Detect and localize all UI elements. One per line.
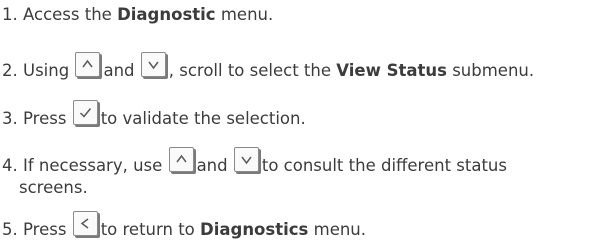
check-icon <box>79 108 91 118</box>
step-text: , scroll to select the <box>168 61 331 80</box>
down-key <box>140 52 166 77</box>
step-text: to return to <box>100 220 195 239</box>
up-arrow-icon <box>175 154 187 163</box>
step-2: 2. Using and , scroll to select the View… <box>2 52 534 82</box>
step-text: Using <box>23 61 70 80</box>
step-text: menu. <box>220 5 274 24</box>
step-number: 2. <box>2 61 18 80</box>
step-text: to validate the selection. <box>100 109 306 128</box>
step-text: menu. <box>313 220 367 239</box>
up-key <box>75 52 101 77</box>
back-key <box>72 211 98 236</box>
step-text: Press <box>23 220 67 239</box>
step-1: 1. Access the Diagnostic menu. <box>2 4 273 26</box>
step-text: submenu. <box>452 61 535 80</box>
step-3: 3. Press to validate the selection. <box>2 100 306 130</box>
up-arrow-icon <box>82 59 94 68</box>
step-text-continuation: screens. <box>19 178 88 197</box>
step-5: 5. Press to return to Diagnostics menu. <box>2 211 366 241</box>
validate-key <box>72 100 98 125</box>
down-key <box>233 147 259 172</box>
down-arrow-icon <box>148 61 159 70</box>
step-number: 3. <box>2 109 18 128</box>
submenu-name-view-status: View Status <box>336 61 447 80</box>
step-text: Press <box>23 109 67 128</box>
step-text: to consult the different status <box>261 156 507 175</box>
back-arrow-icon <box>80 218 89 229</box>
step-text: and <box>196 156 228 175</box>
down-arrow-icon <box>241 156 252 165</box>
step-number: 4. <box>2 156 18 175</box>
step-text: Access the <box>23 5 112 24</box>
step-number: 5. <box>2 220 18 239</box>
step-text: and <box>103 61 135 80</box>
step-4: 4. If necessary, use and to consult the … <box>2 147 507 199</box>
step-text: If necessary, use <box>23 156 163 175</box>
menu-name-diagnostic: Diagnostic <box>117 5 216 24</box>
step-number: 1. <box>2 5 18 24</box>
up-key <box>168 147 194 172</box>
menu-name-diagnostics: Diagnostics <box>200 220 309 239</box>
